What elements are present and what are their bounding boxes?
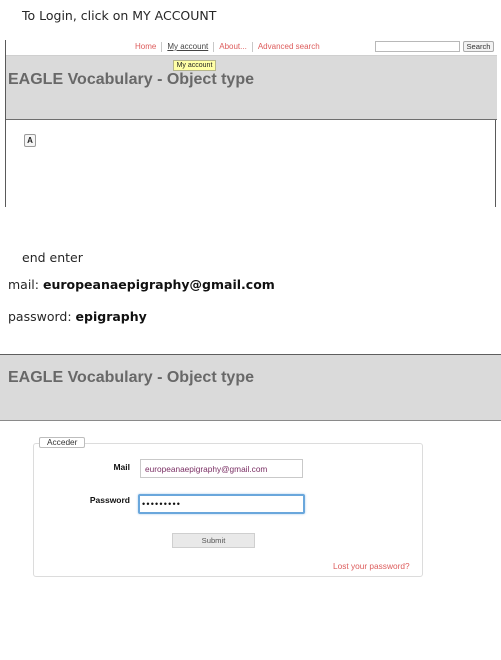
lost-password-link[interactable]: Lost your password? — [333, 561, 410, 571]
alphabet-index-a[interactable]: A — [24, 134, 36, 147]
mail-label: Mail — [113, 462, 130, 472]
screenshot-my-account: Home My account About... Advanced search… — [5, 38, 497, 207]
password-field[interactable] — [138, 494, 305, 514]
password-instruction-value: epigraphy — [75, 309, 147, 324]
instruction-step-2: end enter — [22, 250, 83, 265]
page-header: EAGLE Vocabulary - Object type — [6, 55, 497, 120]
nav-link-home[interactable]: Home — [135, 42, 161, 52]
search-input[interactable] — [375, 41, 460, 52]
top-nav: Home My account About... Advanced search — [135, 42, 325, 52]
mail-instruction: mail: europeanaepigraphy@gmail.com — [8, 277, 275, 292]
password-instruction-label: password: — [8, 309, 72, 324]
page-title-login: EAGLE Vocabulary - Object type — [8, 369, 254, 386]
my-account-tooltip: My account — [173, 60, 216, 71]
password-label: Password — [89, 495, 130, 505]
mail-instruction-value: europeanaepigraphy@gmail.com — [42, 277, 275, 292]
mail-instruction-label: mail: — [8, 277, 39, 292]
page-title: EAGLE Vocabulary - Object type — [8, 71, 254, 88]
login-form: Acceder Mail Password Submit Lost your p… — [33, 437, 424, 578]
mail-field[interactable] — [140, 459, 303, 478]
nav-link-about[interactable]: About... — [213, 42, 252, 52]
nav-link-my-account[interactable]: My account — [161, 42, 213, 52]
screenshot-right-border — [495, 120, 496, 207]
submit-button[interactable]: Submit — [172, 533, 255, 548]
password-instruction: password: epigraphy — [8, 309, 147, 324]
search-button[interactable]: Search — [463, 41, 494, 52]
nav-link-advanced-search[interactable]: Advanced search — [251, 42, 325, 52]
instruction-step-1: To Login, click on MY ACCOUNT — [22, 8, 217, 23]
login-legend: Acceder — [39, 437, 86, 448]
page-header-login: EAGLE Vocabulary - Object type — [0, 354, 501, 421]
